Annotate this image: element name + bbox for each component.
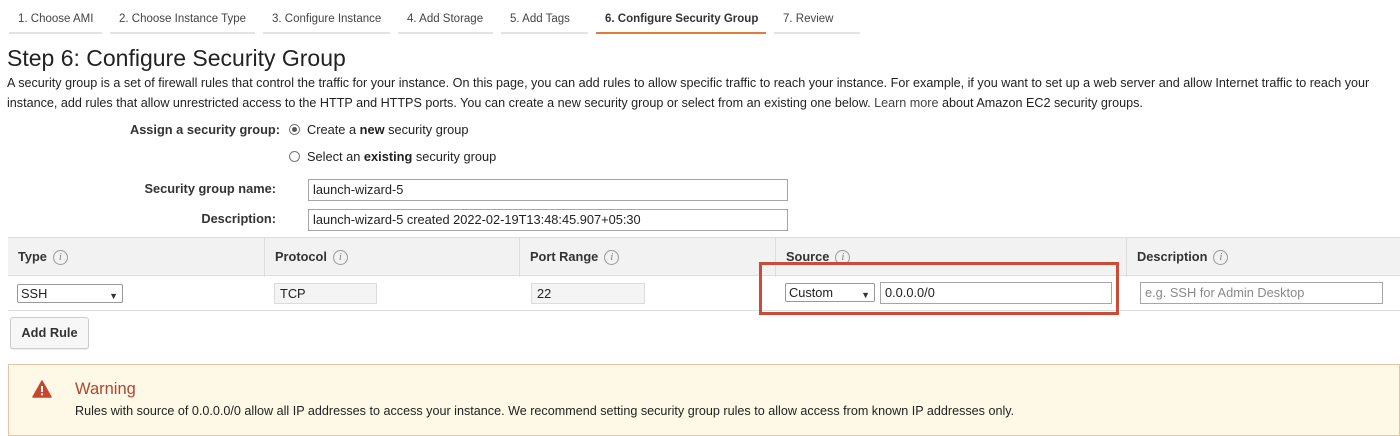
column-port-range: Port Range i — [519, 238, 773, 277]
type-select[interactable]: SSH ▼ — [17, 284, 123, 303]
column-description: Description i — [1126, 238, 1400, 277]
create-new-bold: new — [359, 122, 385, 137]
column-protocol-label: Protocol — [275, 249, 327, 264]
column-description-label: Description — [1137, 249, 1208, 264]
rules-table-header: Type i Protocol i Port Range i Source i Desc… — [8, 237, 1400, 277]
select-existing-label: Select an existing security group — [307, 149, 496, 164]
group-description-input[interactable]: launch-wizard-5 created 2022-02-19T13:48… — [308, 209, 788, 231]
column-source-label: Source — [786, 249, 830, 264]
info-icon[interactable]: i — [835, 250, 851, 266]
source-cidr-input[interactable]: 0.0.0.0/0 — [880, 282, 1112, 304]
select-existing-prefix: Select an — [307, 149, 364, 164]
chevron-down-icon: ▼ — [861, 290, 870, 300]
tab-add-tags[interactable]: 5. Add Tags — [501, 4, 588, 34]
create-new-radio[interactable] — [289, 124, 300, 135]
column-type-label: Type — [18, 249, 47, 264]
tab-configure-instance[interactable]: 3. Configure Instance — [263, 4, 390, 34]
create-new-group-option[interactable]: Create a new security group — [289, 122, 468, 137]
info-icon[interactable]: i — [604, 250, 620, 266]
info-icon[interactable]: i — [332, 250, 348, 266]
source-select[interactable]: Custom ▼ — [785, 283, 875, 302]
column-port-range-label: Port Range — [530, 249, 599, 264]
group-name-label: Security group name: — [144, 181, 276, 196]
create-new-prefix: Create a — [307, 122, 360, 137]
assign-group-label: Assign a security group: — [129, 122, 280, 137]
column-protocol: Protocol i — [264, 238, 518, 277]
add-rule-button[interactable]: Add Rule — [10, 317, 89, 349]
intro-text: A security group is a set of firewall ru… — [7, 73, 1400, 113]
select-existing-radio[interactable] — [289, 151, 300, 162]
protocol-field: TCP — [274, 283, 377, 304]
select-existing-suffix: security group — [412, 149, 497, 164]
intro-line-1: A security group is a set of firewall ru… — [7, 76, 1370, 90]
column-source: Source i — [775, 238, 1125, 277]
intro-line-2-text: instance, add rules that allow unrestric… — [7, 96, 871, 110]
page-title: Step 6: Configure Security Group — [7, 45, 346, 71]
intro-line-2: instance, add rules that allow unrestric… — [7, 93, 1400, 113]
column-type: Type i — [8, 238, 262, 277]
type-select-value: SSH — [21, 286, 48, 301]
intro-line-2-suffix: about Amazon EC2 security groups. — [942, 96, 1143, 110]
warning-alert: Warning Rules with source of 0.0.0.0/0 a… — [8, 364, 1400, 436]
warning-triangle-icon — [32, 380, 52, 398]
tab-review[interactable]: 7. Review — [774, 4, 860, 34]
tab-configure-security-group[interactable]: 6. Configure Security Group — [596, 4, 766, 34]
tab-add-storage[interactable]: 4. Add Storage — [398, 4, 493, 34]
learn-more-link[interactable]: Learn more — [874, 96, 938, 110]
group-name-input[interactable]: launch-wizard-5 — [308, 179, 788, 201]
table-row: SSH ▼ TCP 22 Custom ▼ 0.0.0.0/0 e.g. SSH f… — [8, 276, 1400, 311]
wizard-steps: 1. Choose AMI 2. Choose Instance Type 3.… — [0, 0, 1400, 34]
info-icon[interactable]: i — [52, 250, 68, 266]
rule-description-input[interactable]: e.g. SSH for Admin Desktop — [1140, 282, 1383, 304]
port-range-field: 22 — [531, 283, 645, 304]
tab-choose-instance-type[interactable]: 2. Choose Instance Type — [110, 4, 255, 34]
create-new-suffix: security group — [384, 122, 469, 137]
info-icon[interactable]: i — [1213, 250, 1229, 266]
chevron-down-icon: ▼ — [109, 291, 118, 301]
source-select-value: Custom — [789, 285, 834, 300]
warning-title: Warning — [75, 380, 136, 398]
select-existing-bold: existing — [363, 149, 413, 164]
create-new-label: Create a new security group — [307, 122, 468, 137]
tab-choose-ami[interactable]: 1. Choose AMI — [9, 4, 102, 34]
warning-message: Rules with source of 0.0.0.0/0 allow all… — [75, 404, 1015, 418]
group-description-label: Description: — [201, 211, 276, 226]
select-existing-group-option[interactable]: Select an existing security group — [289, 149, 496, 164]
